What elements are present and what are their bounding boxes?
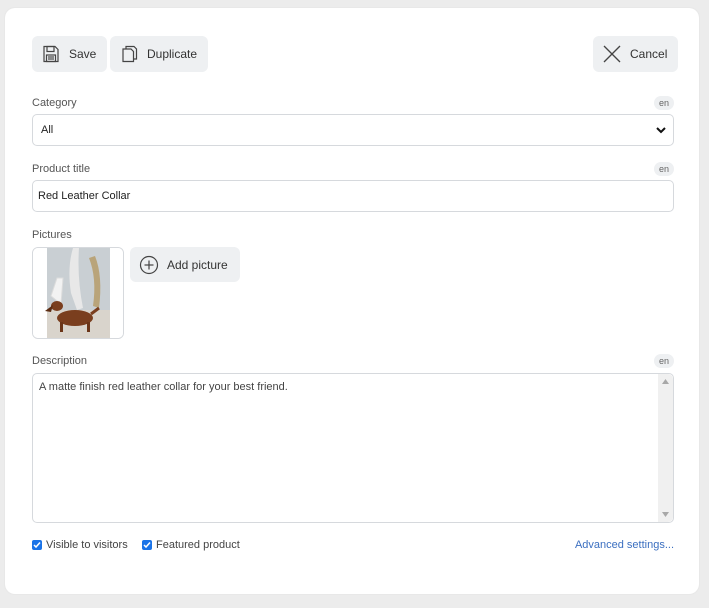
description-scrollbar[interactable] [658, 374, 673, 522]
product-title-label: Product title [32, 163, 91, 175]
cancel-button[interactable]: Cancel [593, 36, 679, 72]
product-title-value: Red Leather Collar [38, 190, 131, 202]
featured-checkbox[interactable] [142, 540, 152, 550]
dog-photo [33, 248, 123, 338]
category-value: All [41, 124, 54, 136]
duplicate-button[interactable]: Duplicate [110, 36, 209, 72]
category-select[interactable]: All [32, 114, 674, 146]
check-icon [33, 542, 41, 549]
copy-icon [118, 43, 140, 65]
category-lang-badge: en [653, 96, 674, 110]
duplicate-label: Duplicate [147, 47, 198, 61]
product-title-input[interactable]: Red Leather Collar [32, 180, 674, 212]
product-title-lang-badge: en [653, 162, 674, 176]
scroll-up-arrow-icon[interactable] [662, 379, 669, 384]
save-label: Save [69, 47, 97, 61]
product-editor-card: Save Duplicate Cancel Category en All Pr… [5, 8, 699, 594]
chevron-down-icon [655, 124, 667, 139]
featured-product-toggle[interactable]: Featured product [142, 539, 240, 551]
save-button[interactable]: Save [32, 36, 108, 72]
floppy-disk-icon [40, 43, 62, 65]
plus-circle-icon [138, 254, 160, 276]
visible-to-visitors-toggle[interactable]: Visible to visitors [32, 539, 128, 551]
pictures-label: Pictures [32, 229, 72, 241]
description-value: A matte finish red leather collar for yo… [39, 381, 288, 393]
check-icon [143, 542, 151, 549]
visible-checkbox[interactable] [32, 540, 42, 550]
scroll-down-arrow-icon[interactable] [662, 512, 669, 517]
add-picture-label: Add picture [167, 257, 228, 272]
featured-label: Featured product [156, 539, 240, 551]
advanced-settings-link[interactable]: Advanced settings... [575, 539, 674, 551]
add-picture-button[interactable]: Add picture [130, 247, 240, 282]
description-label: Description [32, 355, 88, 367]
description-lang-badge: en [653, 354, 674, 368]
visible-label: Visible to visitors [46, 539, 128, 551]
close-icon [601, 43, 623, 65]
category-label: Category [32, 97, 77, 109]
cancel-label: Cancel [630, 47, 668, 61]
description-textarea[interactable]: A matte finish red leather collar for yo… [32, 373, 674, 523]
product-picture-thumbnail[interactable] [32, 247, 124, 339]
